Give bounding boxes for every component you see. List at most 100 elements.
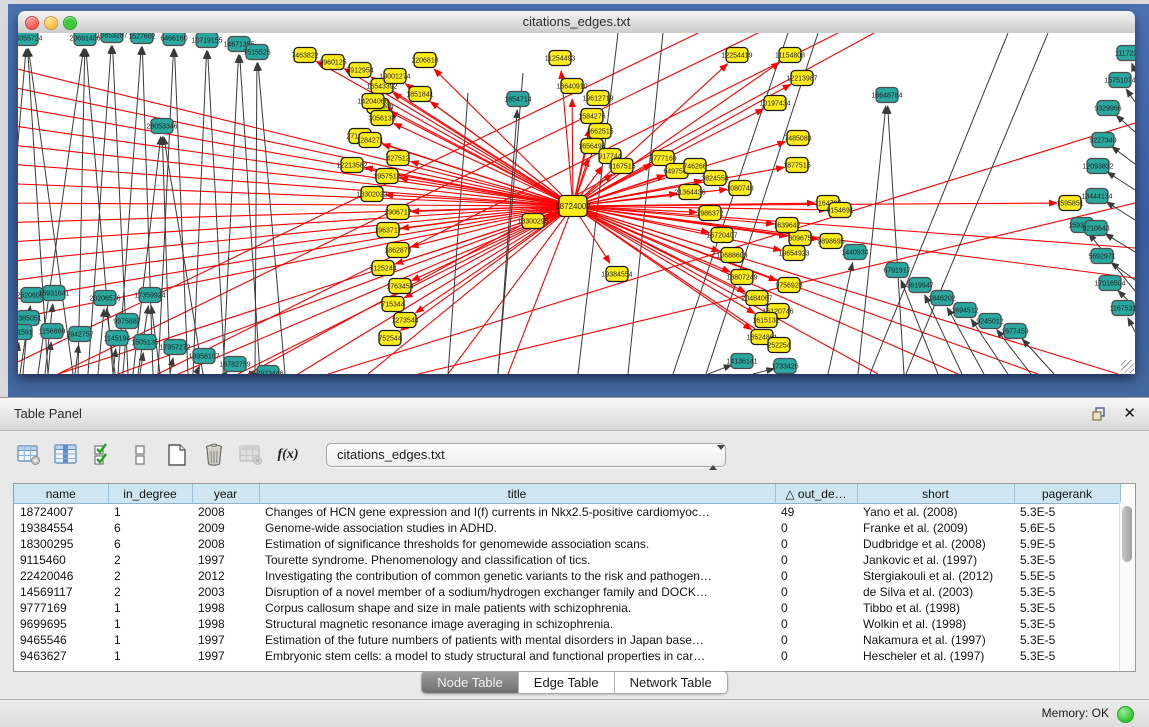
table-cell: 1997 bbox=[192, 552, 259, 568]
table-panel: Table Panel ✕ bbox=[0, 397, 1149, 700]
graph-edge[interactable] bbox=[208, 51, 225, 374]
graph-node-label: 1145194 bbox=[104, 336, 131, 343]
graph-node-label: 21364436 bbox=[674, 190, 705, 197]
scrollbar-thumb[interactable] bbox=[1122, 506, 1132, 562]
table-row[interactable]: 946362711997Embryonic stem cells: a mode… bbox=[14, 648, 1120, 664]
tab-edge-table[interactable]: Edge Table bbox=[518, 672, 614, 693]
column-header-title[interactable]: title bbox=[259, 484, 775, 504]
graph-node-label: 1527602 bbox=[128, 34, 155, 41]
minimize-traffic-light-icon[interactable] bbox=[44, 16, 58, 30]
table-cell: 1998 bbox=[192, 616, 259, 632]
graph-node-label: 12923446 bbox=[252, 371, 283, 375]
column-header-short[interactable]: short bbox=[857, 484, 1014, 504]
table-row[interactable]: 2242004622012Investigating the contribut… bbox=[14, 568, 1120, 584]
graph-node-label: 3056133 bbox=[368, 116, 395, 123]
function-builder-icon[interactable]: f(x) bbox=[275, 442, 301, 468]
column-header-in_degree[interactable]: in_degree bbox=[108, 484, 192, 504]
graph-node-label: 16543392 bbox=[366, 84, 397, 91]
graph-node-label: 4385051 bbox=[18, 316, 42, 323]
table-cell: Tourette syndrome. Phenomenology and cla… bbox=[259, 552, 775, 568]
graph-edge[interactable] bbox=[258, 63, 285, 374]
graph-node-label: 9154691 bbox=[826, 208, 853, 215]
table-row[interactable]: 1938455462009Genome-wide association stu… bbox=[14, 520, 1120, 536]
graph-edge[interactable] bbox=[88, 46, 111, 374]
graph-node-label: 1117221 bbox=[1115, 51, 1135, 58]
graph-edge[interactable] bbox=[298, 206, 573, 374]
resize-grip-icon[interactable] bbox=[1121, 360, 1134, 373]
table-header-row[interactable]: namein_degreeyeartitle△ out_de…shortpage… bbox=[14, 484, 1120, 504]
graph-edge[interactable] bbox=[142, 47, 153, 374]
graph-node-label: 1080749 bbox=[726, 186, 753, 193]
float-window-icon[interactable] bbox=[1091, 406, 1107, 422]
network-canvas[interactable]: 1405572420691406106532871527602646616010… bbox=[18, 33, 1135, 374]
close-traffic-light-icon[interactable] bbox=[25, 16, 39, 30]
unselect-rows-icon[interactable] bbox=[127, 442, 153, 468]
graph-node-label: 1615132 bbox=[752, 318, 779, 325]
graph-edge[interactable] bbox=[1106, 202, 1135, 220]
graph-edge[interactable] bbox=[572, 99, 573, 206]
graph-edge[interactable] bbox=[223, 55, 238, 374]
graph-edge[interactable] bbox=[573, 206, 787, 236]
column-header-out_de[interactable]: △ out_de… bbox=[775, 484, 857, 504]
column-header-name[interactable]: name bbox=[14, 484, 108, 504]
network-window-titlebar[interactable]: citations_edges.txt bbox=[18, 11, 1135, 34]
delete-column-icon[interactable] bbox=[201, 442, 227, 468]
table-row[interactable]: 1872400712008Changes of HCN gene express… bbox=[14, 504, 1120, 521]
graph-edge[interactable] bbox=[18, 203, 573, 206]
table-selector-dropdown[interactable]: citations_edges.txt bbox=[326, 443, 726, 467]
table-cell: 2003 bbox=[192, 584, 259, 600]
table-cell: 5.3E-5 bbox=[1014, 616, 1120, 632]
column-select-icon[interactable] bbox=[53, 442, 79, 468]
graph-node-label: 9245012 bbox=[976, 319, 1003, 326]
tab-network-table[interactable]: Network Table bbox=[614, 672, 727, 693]
table-cell: 18724007 bbox=[14, 504, 108, 521]
graph-edge[interactable] bbox=[1128, 318, 1135, 332]
graph-node-label: 746266 bbox=[683, 164, 706, 171]
graph-node-label: 10197434 bbox=[759, 101, 790, 108]
table-cell: 0 bbox=[775, 584, 857, 600]
table-row[interactable]: 969969511998Structural magnetic resonanc… bbox=[14, 616, 1120, 632]
graph-edge[interactable] bbox=[1126, 89, 1135, 102]
graph-node-label: 2906717 bbox=[384, 210, 411, 217]
select-rows-icon[interactable] bbox=[90, 442, 116, 468]
table-row[interactable]: 946554611997Estimation of the future num… bbox=[14, 632, 1120, 648]
graph-node-label: 18300295 bbox=[517, 219, 548, 226]
graph-edge[interactable] bbox=[858, 106, 886, 374]
graph-edge[interactable] bbox=[18, 206, 573, 303]
table-settings-icon[interactable] bbox=[16, 442, 42, 468]
graph-edge[interactable] bbox=[1107, 172, 1135, 190]
graph-edge[interactable] bbox=[170, 358, 173, 374]
graph-edge[interactable] bbox=[78, 49, 85, 374]
column-header-pagerank[interactable]: pagerank bbox=[1014, 484, 1120, 504]
table-row[interactable]: 1456911722003Disruption of a novel membe… bbox=[14, 584, 1120, 600]
graph-node-label: 1854714 bbox=[504, 97, 531, 104]
node-table-grid: namein_degreeyeartitle△ out_de…shortpage… bbox=[14, 484, 1121, 664]
table-row[interactable]: 977716911998Corpus callosum shape and si… bbox=[14, 600, 1120, 616]
column-header-year[interactable]: year bbox=[192, 484, 259, 504]
close-panel-icon[interactable]: ✕ bbox=[1123, 404, 1136, 424]
table-cell: 1997 bbox=[192, 632, 259, 648]
graph-edge[interactable] bbox=[158, 49, 173, 374]
memory-status-indicator-icon[interactable] bbox=[1117, 706, 1134, 723]
table-row[interactable]: 1830029562008Estimation of significance … bbox=[14, 536, 1120, 552]
table-vertical-scrollbar[interactable] bbox=[1119, 502, 1135, 671]
graph-node-label: 427512 bbox=[386, 156, 409, 163]
graph-edge[interactable] bbox=[1132, 63, 1135, 72]
graph-edge[interactable] bbox=[1112, 147, 1135, 164]
table-row[interactable]: 911546021997Tourette syndrome. Phenomeno… bbox=[14, 552, 1120, 568]
graph-edge[interactable] bbox=[628, 33, 663, 374]
table-cell: 5.3E-5 bbox=[1014, 648, 1120, 664]
graph-edge[interactable] bbox=[18, 343, 19, 374]
table-cell: 0 bbox=[775, 568, 857, 584]
delete-table-icon bbox=[238, 442, 264, 468]
graph-edge[interactable] bbox=[888, 106, 904, 374]
new-table-icon[interactable] bbox=[164, 442, 190, 468]
graph-node-label: 9329966 bbox=[1094, 106, 1121, 113]
graph-edge[interactable] bbox=[196, 366, 200, 374]
graph-edge[interactable] bbox=[708, 365, 732, 374]
table-cell: 1997 bbox=[192, 648, 259, 664]
network-canvas-svg[interactable]: 1405572420691406106532871527602646616010… bbox=[18, 33, 1135, 374]
zoom-traffic-light-icon[interactable] bbox=[63, 16, 77, 30]
table-cell: 2008 bbox=[192, 504, 259, 521]
tab-node-table[interactable]: Node Table bbox=[422, 672, 518, 693]
